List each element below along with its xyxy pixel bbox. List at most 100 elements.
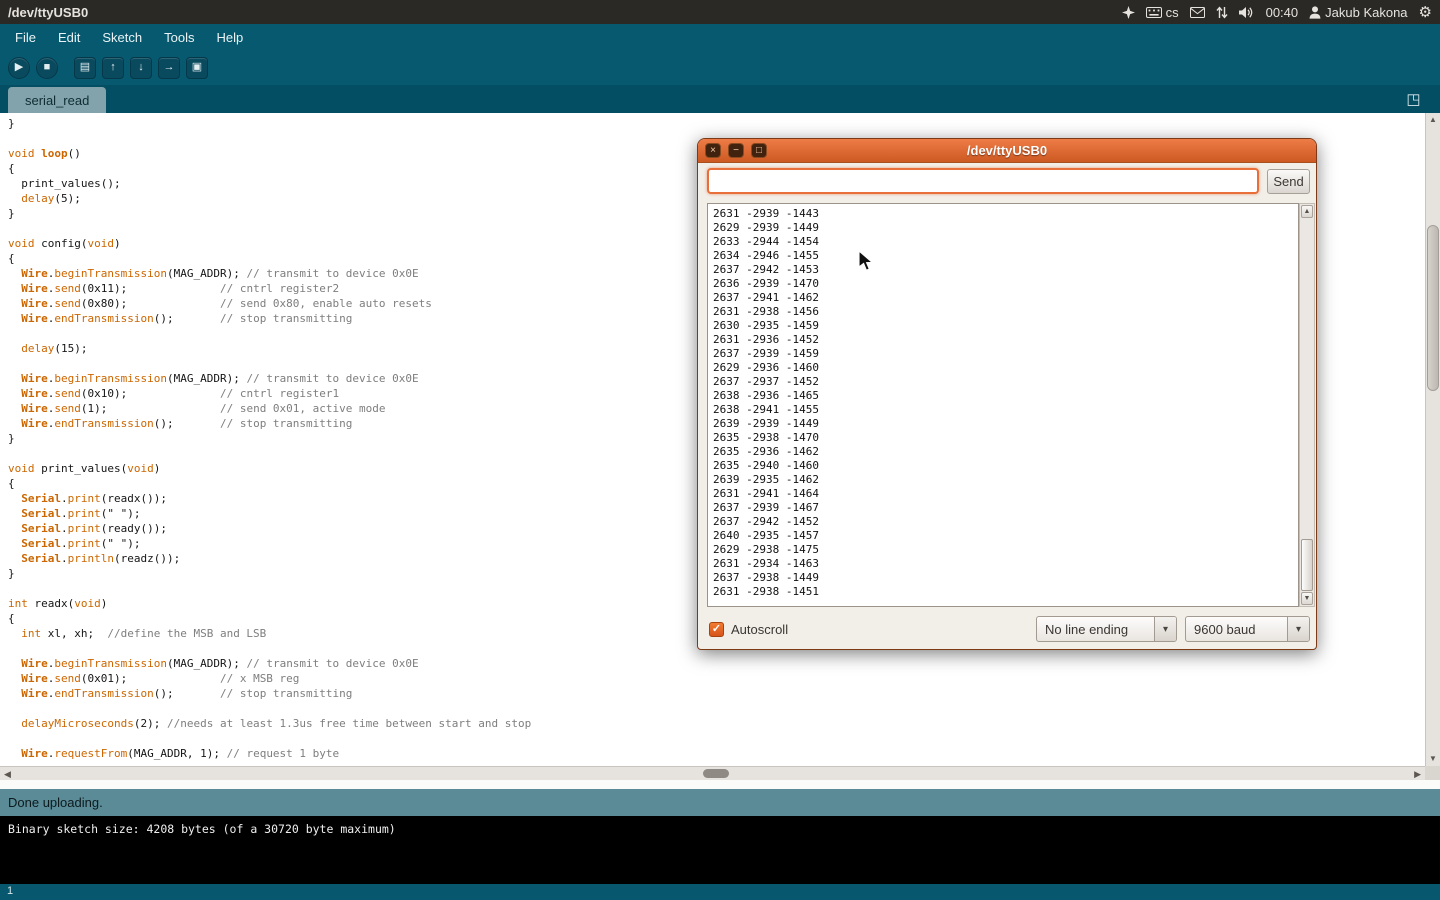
serial-data-line: 2637 -2942 -1453: [713, 263, 1298, 277]
system-tray: cs 00:40 Jakub Kakona ⚙: [1122, 5, 1432, 20]
chevron-down-icon: ▾: [1287, 617, 1309, 641]
tab-menu-icon[interactable]: ◳: [1403, 89, 1424, 109]
desktop: /dev/ttyUSB0 cs 00:40 Jakub Kakona ⚙ Fil…: [0, 0, 1440, 900]
clock[interactable]: 00:40: [1266, 5, 1299, 20]
scroll-left-icon[interactable]: ◀: [4, 769, 11, 779]
serial-data-line: 2637 -2941 -1462: [713, 291, 1298, 305]
minimize-icon: −: [733, 146, 739, 156]
focused-window-title: /dev/ttyUSB0: [8, 5, 88, 20]
save-down-arrow-icon: ↓: [138, 62, 144, 73]
menu-file[interactable]: File: [4, 26, 47, 49]
open-up-arrow-icon: ↑: [110, 62, 116, 73]
send-button[interactable]: Send: [1267, 169, 1310, 194]
upload-arrow-icon: →: [164, 62, 175, 73]
line-number: 1: [7, 885, 13, 897]
volume-icon[interactable]: [1239, 6, 1255, 19]
keyboard-layout-indicator[interactable]: cs: [1146, 5, 1179, 20]
editor-horizontal-scrollbar[interactable]: ◀ ▶: [0, 766, 1425, 780]
serial-data-line: 2637 -2937 -1452: [713, 375, 1298, 389]
serial-data-line: 2635 -2938 -1470: [713, 431, 1298, 445]
menu-help[interactable]: Help: [205, 26, 254, 49]
menu-sketch[interactable]: Sketch: [91, 26, 153, 49]
line-ending-select[interactable]: No line ending ▾: [1036, 616, 1177, 642]
network-arrows-icon[interactable]: [1216, 6, 1228, 19]
console-text: Binary sketch size: 4208 bytes (of a 307…: [8, 822, 396, 836]
upload-button[interactable]: →: [158, 57, 180, 79]
serial-window-titlebar[interactable]: × − □ /dev/ttyUSB0: [698, 139, 1316, 163]
serial-data-line: 2639 -2939 -1449: [713, 417, 1298, 431]
menu-tools[interactable]: Tools: [153, 26, 205, 49]
editor-bottom-gap: [0, 780, 1440, 789]
serial-data-line: 2637 -2938 -1449: [713, 571, 1298, 585]
scroll-up-icon[interactable]: ▲: [1301, 205, 1313, 218]
maximize-icon: □: [756, 146, 762, 156]
keyboard-layout-label: cs: [1166, 5, 1179, 20]
serial-data-line: 2635 -2936 -1462: [713, 445, 1298, 459]
scroll-down-icon[interactable]: ▼: [1426, 755, 1440, 763]
close-icon: ×: [710, 146, 716, 156]
serial-send-input[interactable]: [707, 168, 1259, 194]
serial-monitor-button[interactable]: ▣: [186, 57, 208, 79]
autoscroll-label: Autoscroll: [731, 622, 788, 637]
session-gear-icon[interactable]: ⚙: [1419, 5, 1432, 20]
editor-vertical-scrollbar[interactable]: ▲ ▼: [1425, 113, 1440, 766]
chevron-down-icon: ▾: [1154, 617, 1176, 641]
scroll-right-icon[interactable]: ▶: [1414, 769, 1421, 779]
tab-serial-read[interactable]: serial_read: [8, 87, 106, 113]
close-button[interactable]: ×: [705, 143, 721, 158]
status-text: Done uploading.: [8, 795, 103, 810]
baud-rate-select[interactable]: 9600 baud ▾: [1185, 616, 1310, 642]
user-menu[interactable]: Jakub Kakona: [1309, 5, 1407, 20]
mail-icon[interactable]: [1190, 7, 1205, 18]
save-sketch-button[interactable]: ↓: [130, 57, 152, 79]
menu-edit[interactable]: Edit: [47, 26, 91, 49]
serial-output-area[interactable]: 2631 -2939 -14432629 -2939 -14492633 -29…: [707, 203, 1299, 607]
code-line: delayMicroseconds(2); //needs at least 1…: [8, 716, 1425, 731]
scroll-up-icon[interactable]: ▲: [1426, 116, 1440, 124]
serial-data-line: 2634 -2946 -1455: [713, 249, 1298, 263]
serial-data-line: 2631 -2938 -1451: [713, 585, 1298, 599]
code-line: }: [8, 116, 1425, 131]
menu-bar: FileEditSketchToolsHelp: [0, 24, 1440, 50]
serial-data-line: 2637 -2939 -1467: [713, 501, 1298, 515]
system-bar: /dev/ttyUSB0 cs 00:40 Jakub Kakona ⚙: [0, 0, 1440, 24]
baud-rate-value: 9600 baud: [1186, 622, 1287, 637]
check-icon: ✓: [712, 623, 721, 635]
serial-data-line: 2631 -2939 -1443: [713, 207, 1298, 221]
scroll-down-icon[interactable]: ▼: [1301, 592, 1313, 605]
verify-button[interactable]: ▶: [8, 57, 30, 79]
maximize-button[interactable]: □: [751, 143, 767, 158]
serial-data-line: 2633 -2944 -1454: [713, 235, 1298, 249]
serial-data-line: 2640 -2935 -1457: [713, 529, 1298, 543]
serial-data-line: 2635 -2940 -1460: [713, 459, 1298, 473]
serial-scrollbar-thumb[interactable]: [1301, 539, 1313, 591]
minimize-button[interactable]: −: [728, 143, 744, 158]
new-sketch-button[interactable]: ▤: [74, 57, 96, 79]
vertical-scrollbar-thumb[interactable]: [1427, 225, 1439, 391]
serial-data-line: 2638 -2936 -1465: [713, 389, 1298, 403]
serial-data-line: 2631 -2938 -1456: [713, 305, 1298, 319]
code-line: Wire.beginTransmission(MAG_ADDR); // tra…: [8, 656, 1425, 671]
open-sketch-button[interactable]: ↑: [102, 57, 124, 79]
horizontal-scrollbar-thumb[interactable]: [703, 769, 729, 778]
footer-bar: 1: [0, 884, 1440, 900]
console-output: Binary sketch size: 4208 bytes (of a 307…: [0, 816, 1440, 884]
tab-label: serial_read: [25, 93, 89, 108]
mouse-cursor: [858, 250, 874, 272]
serial-monitor-icon: ▣: [192, 62, 202, 73]
serial-data-line: 2637 -2942 -1452: [713, 515, 1298, 529]
indicator-icon[interactable]: [1122, 6, 1135, 19]
serial-data-line: 2637 -2939 -1459: [713, 347, 1298, 361]
serial-data-line: 2638 -2941 -1455: [713, 403, 1298, 417]
tab-bar: serial_read ◳: [0, 85, 1440, 113]
user-name: Jakub Kakona: [1325, 5, 1407, 20]
new-file-icon: ▤: [80, 62, 90, 73]
autoscroll-checkbox[interactable]: ✓: [709, 622, 724, 637]
code-line: Wire.endTransmission(); // stop transmit…: [8, 686, 1425, 701]
serial-data-line: 2631 -2934 -1463: [713, 557, 1298, 571]
serial-data-line: 2636 -2939 -1470: [713, 277, 1298, 291]
serial-output-scrollbar[interactable]: ▲ ▼: [1299, 203, 1315, 607]
serial-data-line: 2631 -2936 -1452: [713, 333, 1298, 347]
keyboard-icon: [1146, 7, 1162, 18]
stop-button[interactable]: ■: [36, 57, 58, 79]
